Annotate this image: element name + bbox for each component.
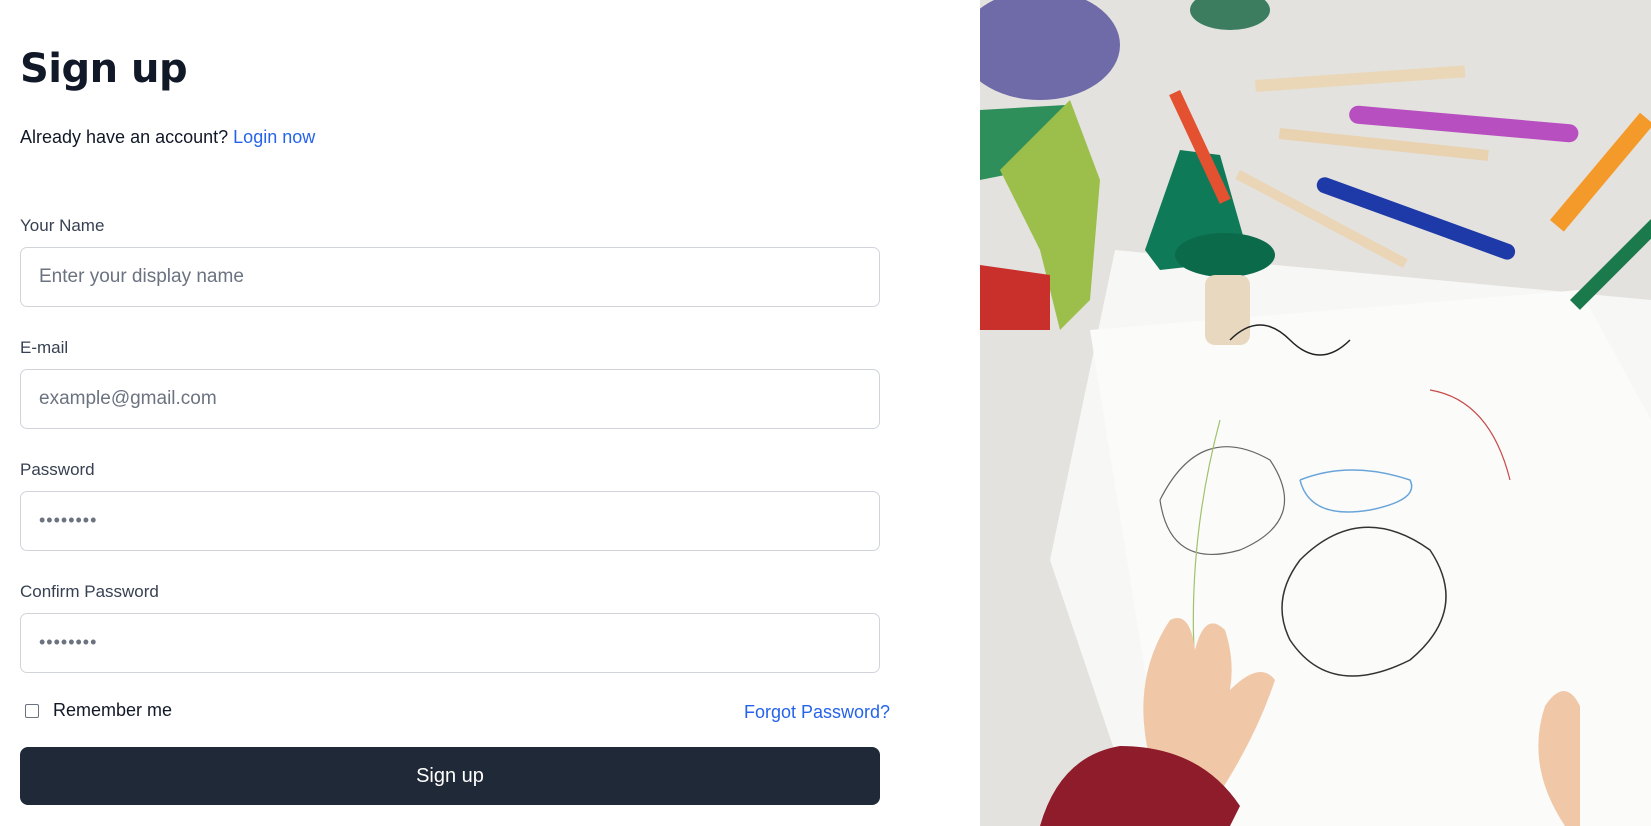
name-label: Your Name: [20, 216, 105, 235]
login-link[interactable]: Login now: [233, 127, 315, 147]
email-label: E-mail: [20, 338, 69, 357]
password-input[interactable]: [20, 491, 880, 551]
confirm-password-input[interactable]: [20, 613, 880, 673]
remember-me: Remember me: [25, 700, 172, 721]
name-input[interactable]: [20, 247, 880, 307]
remember-checkbox[interactable]: [25, 703, 39, 718]
login-prompt-text: Already have an account?: [20, 127, 229, 147]
page-title: Sign up: [20, 46, 188, 92]
confirm-password-label: Confirm Password: [20, 582, 159, 601]
remember-label: Remember me: [53, 700, 173, 720]
email-input[interactable]: [20, 369, 880, 429]
password-label: Password: [20, 460, 95, 479]
forgot-password-link[interactable]: Forgot Password?: [744, 702, 890, 723]
login-prompt: Already have an account? Login now: [20, 127, 315, 148]
kids-drawing-illustration: [980, 0, 1651, 826]
signup-button[interactable]: Sign up: [20, 747, 880, 805]
hero-image: [980, 0, 1651, 826]
signup-panel: Sign up Already have an account? Login n…: [0, 0, 980, 826]
